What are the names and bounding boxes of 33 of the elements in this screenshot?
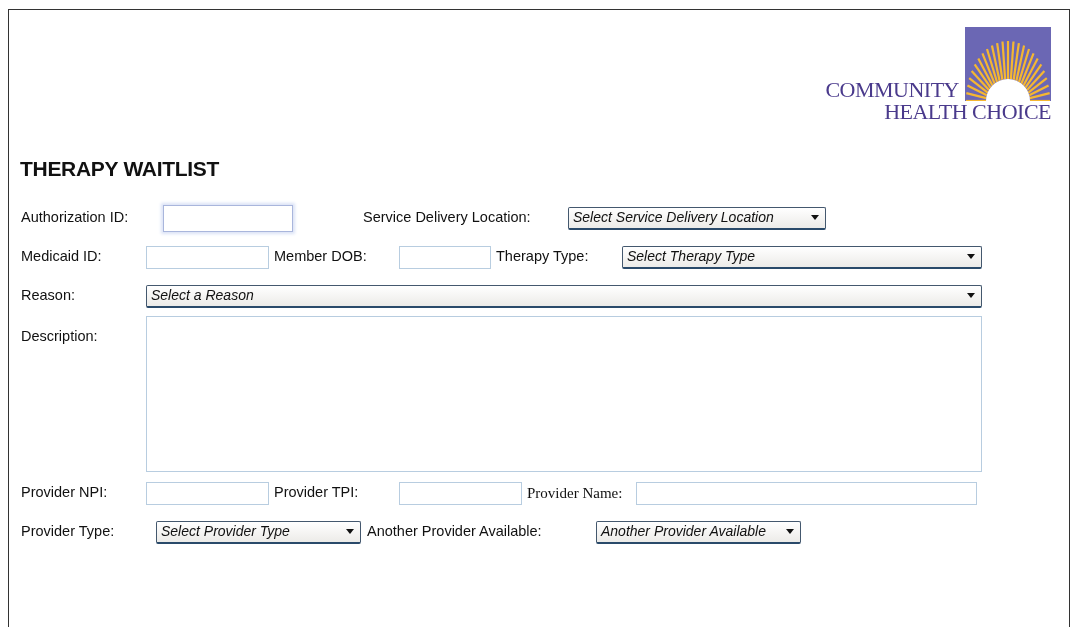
field-label: Service Delivery Location: bbox=[363, 208, 531, 228]
input-field[interactable] bbox=[146, 481, 269, 505]
input-field[interactable] bbox=[163, 204, 293, 232]
field-label: Provider Type: bbox=[21, 522, 115, 542]
select-dropdown[interactable]: Select Provider Type bbox=[156, 520, 361, 544]
caret-icon bbox=[967, 293, 975, 298]
sunrise-icon bbox=[965, 27, 1051, 101]
select-dropdown[interactable]: Select a Reason bbox=[146, 284, 982, 308]
select-dropdown[interactable]: Another Provider Available bbox=[596, 520, 801, 544]
caret-icon bbox=[786, 529, 794, 534]
field-label: Another Provider Available: bbox=[367, 522, 542, 542]
field-label: Provider Name: bbox=[527, 483, 623, 503]
page-title: THERAPY WAITLIST bbox=[20, 156, 220, 182]
input-field[interactable] bbox=[399, 245, 491, 269]
input-field[interactable] bbox=[146, 245, 269, 269]
field-label: Description: bbox=[21, 326, 98, 346]
caret-icon bbox=[967, 254, 975, 259]
caret-icon bbox=[811, 215, 819, 220]
logo-text: COMMUNITY bbox=[825, 79, 959, 101]
field-label: Provider TPI: bbox=[274, 483, 359, 503]
field-label: Medicaid ID: bbox=[21, 247, 102, 267]
field-label: Provider NPI: bbox=[21, 483, 108, 503]
field-label: Member DOB: bbox=[274, 247, 367, 267]
select-dropdown[interactable]: Select Service Delivery Location bbox=[568, 206, 826, 230]
caret-icon bbox=[346, 529, 354, 534]
select-dropdown[interactable]: Select Therapy Type bbox=[622, 245, 982, 269]
field-label: Reason: bbox=[21, 286, 75, 306]
field-label: Therapy Type: bbox=[496, 247, 589, 267]
logo-text: HEALTH CHOICE bbox=[884, 101, 1051, 123]
input-field[interactable] bbox=[399, 481, 522, 505]
input-field[interactable] bbox=[636, 481, 977, 505]
text-area[interactable] bbox=[146, 315, 982, 472]
field-label: Authorization ID: bbox=[21, 208, 129, 228]
